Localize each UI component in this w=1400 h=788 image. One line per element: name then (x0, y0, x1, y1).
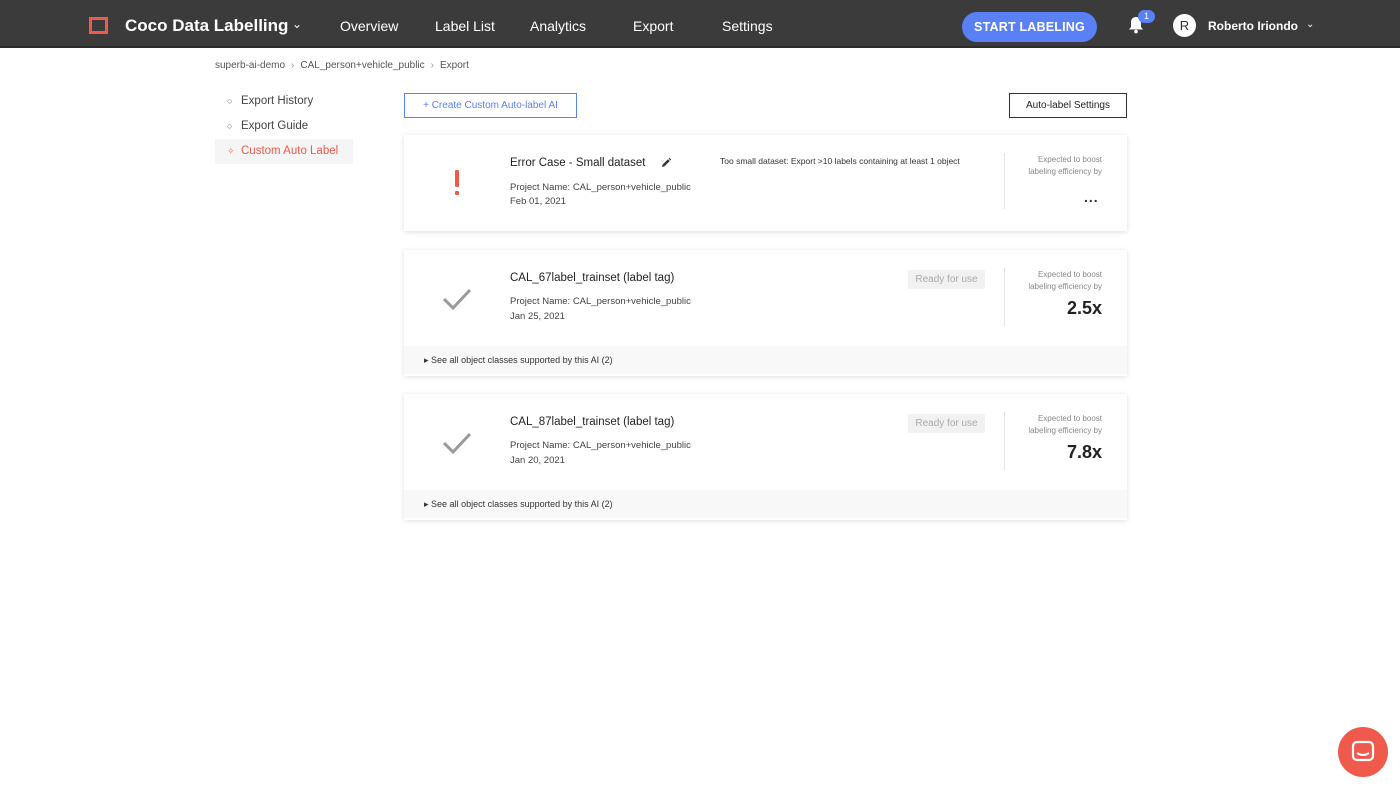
app-logo-icon[interactable] (89, 17, 108, 34)
nav-overview[interactable]: Overview (340, 18, 398, 34)
start-labeling-button[interactable]: START LABELING (962, 12, 1097, 42)
card-title: CAL_67label_trainset (label tag) (510, 272, 675, 284)
sidebar-item-custom-auto-label[interactable]: ✧ Custom Auto Label (215, 139, 353, 164)
nav-export[interactable]: Export (633, 18, 673, 34)
check-icon (442, 288, 472, 311)
caret-right-icon: ▸ (424, 499, 429, 509)
object-classes-label: See all object classes supported by this… (431, 499, 613, 509)
nav-analytics[interactable]: Analytics (530, 18, 586, 34)
chat-launcher-button[interactable] (1338, 727, 1388, 777)
guide-icon: ○ (227, 121, 233, 131)
card-divider (1004, 268, 1005, 326)
breadcrumb: superb-ai-demo › CAL_person+vehicle_public… (215, 60, 469, 71)
auto-label-card: Error Case - Small dataset Too small dat… (404, 135, 1127, 231)
chevron-down-icon[interactable]: ⌄ (292, 17, 302, 31)
card-date: Jan 20, 2021 (510, 455, 565, 466)
project-name: Project Name: CAL_person+vehicle_public (510, 440, 691, 451)
more-options-icon[interactable]: ... (1084, 189, 1099, 205)
card-title: CAL_87label_trainset (label tag) (510, 416, 675, 428)
avatar[interactable]: R (1173, 14, 1196, 37)
card-date: Feb 01, 2021 (510, 196, 566, 207)
object-classes-toggle[interactable]: ▸ See all object classes supported by th… (404, 346, 1127, 374)
boost-label: Expected to boost labeling efficiency by (1028, 155, 1102, 176)
user-name[interactable]: Roberto Iriondo (1208, 19, 1298, 33)
auto-label-card: CAL_87label_trainset (label tag) Ready f… (404, 394, 1127, 520)
card-date: Jan 25, 2021 (510, 311, 565, 322)
sidebar-item-label: Custom Auto Label (241, 145, 339, 157)
sidebar-item-export-guide[interactable]: ○ Export Guide (215, 114, 353, 139)
chevron-down-icon[interactable]: ⌄ (1306, 19, 1314, 30)
top-navbar: Coco Data Labelling ⌄ Overview Label Lis… (0, 0, 1400, 48)
nav-settings[interactable]: Settings (722, 18, 773, 34)
check-icon (442, 432, 472, 455)
boost-value: 7.8x (1066, 442, 1102, 462)
card-divider (1004, 153, 1005, 209)
boost-label: Expected to boost labeling efficiency by (1028, 270, 1102, 291)
caret-right-icon: ▸ (424, 355, 429, 365)
object-classes-label: See all object classes supported by this… (431, 355, 613, 365)
boost-label: Expected to boost labeling efficiency by (1028, 414, 1102, 435)
card-title: Error Case - Small dataset (510, 157, 646, 169)
sidebar-item-label: Export Guide (241, 120, 309, 132)
auto-label-card: CAL_67label_trainset (label tag) Ready f… (404, 250, 1127, 376)
nav-label-list[interactable]: Label List (435, 18, 495, 34)
project-name: Project Name: CAL_person+vehicle_public (510, 296, 691, 307)
chat-icon (1351, 740, 1375, 762)
auto-label-settings-button[interactable]: Auto-label Settings (1009, 93, 1127, 118)
error-message: Too small dataset: Export >10 labels con… (720, 156, 960, 166)
notification-badge: 1 (1138, 10, 1155, 23)
app-title[interactable]: Coco Data Labelling (125, 16, 288, 36)
object-classes-toggle[interactable]: ▸ See all object classes supported by th… (404, 490, 1127, 518)
auto-label-icon: ✧ (227, 146, 235, 156)
history-icon: ○ (227, 96, 233, 106)
status-badge: Ready for use (908, 270, 985, 289)
card-divider (1004, 412, 1005, 470)
breadcrumb-item-project[interactable]: CAL_person+vehicle_public (300, 60, 424, 71)
sidebar-item-label: Export History (241, 95, 314, 107)
error-icon (455, 170, 459, 195)
status-badge: Ready for use (908, 414, 985, 433)
breadcrumb-separator: › (291, 60, 295, 71)
breadcrumb-item-workspace[interactable]: superb-ai-demo (215, 60, 285, 71)
create-custom-auto-label-button[interactable]: + Create Custom Auto-label AI (404, 93, 577, 118)
project-name: Project Name: CAL_person+vehicle_public (510, 182, 691, 193)
edit-icon[interactable] (660, 157, 672, 169)
sidebar-item-export-history[interactable]: ○ Export History (215, 89, 353, 114)
boost-value: 2.5x (1066, 298, 1102, 318)
breadcrumb-item-current: Export (439, 60, 469, 71)
breadcrumb-separator: › (430, 60, 434, 71)
